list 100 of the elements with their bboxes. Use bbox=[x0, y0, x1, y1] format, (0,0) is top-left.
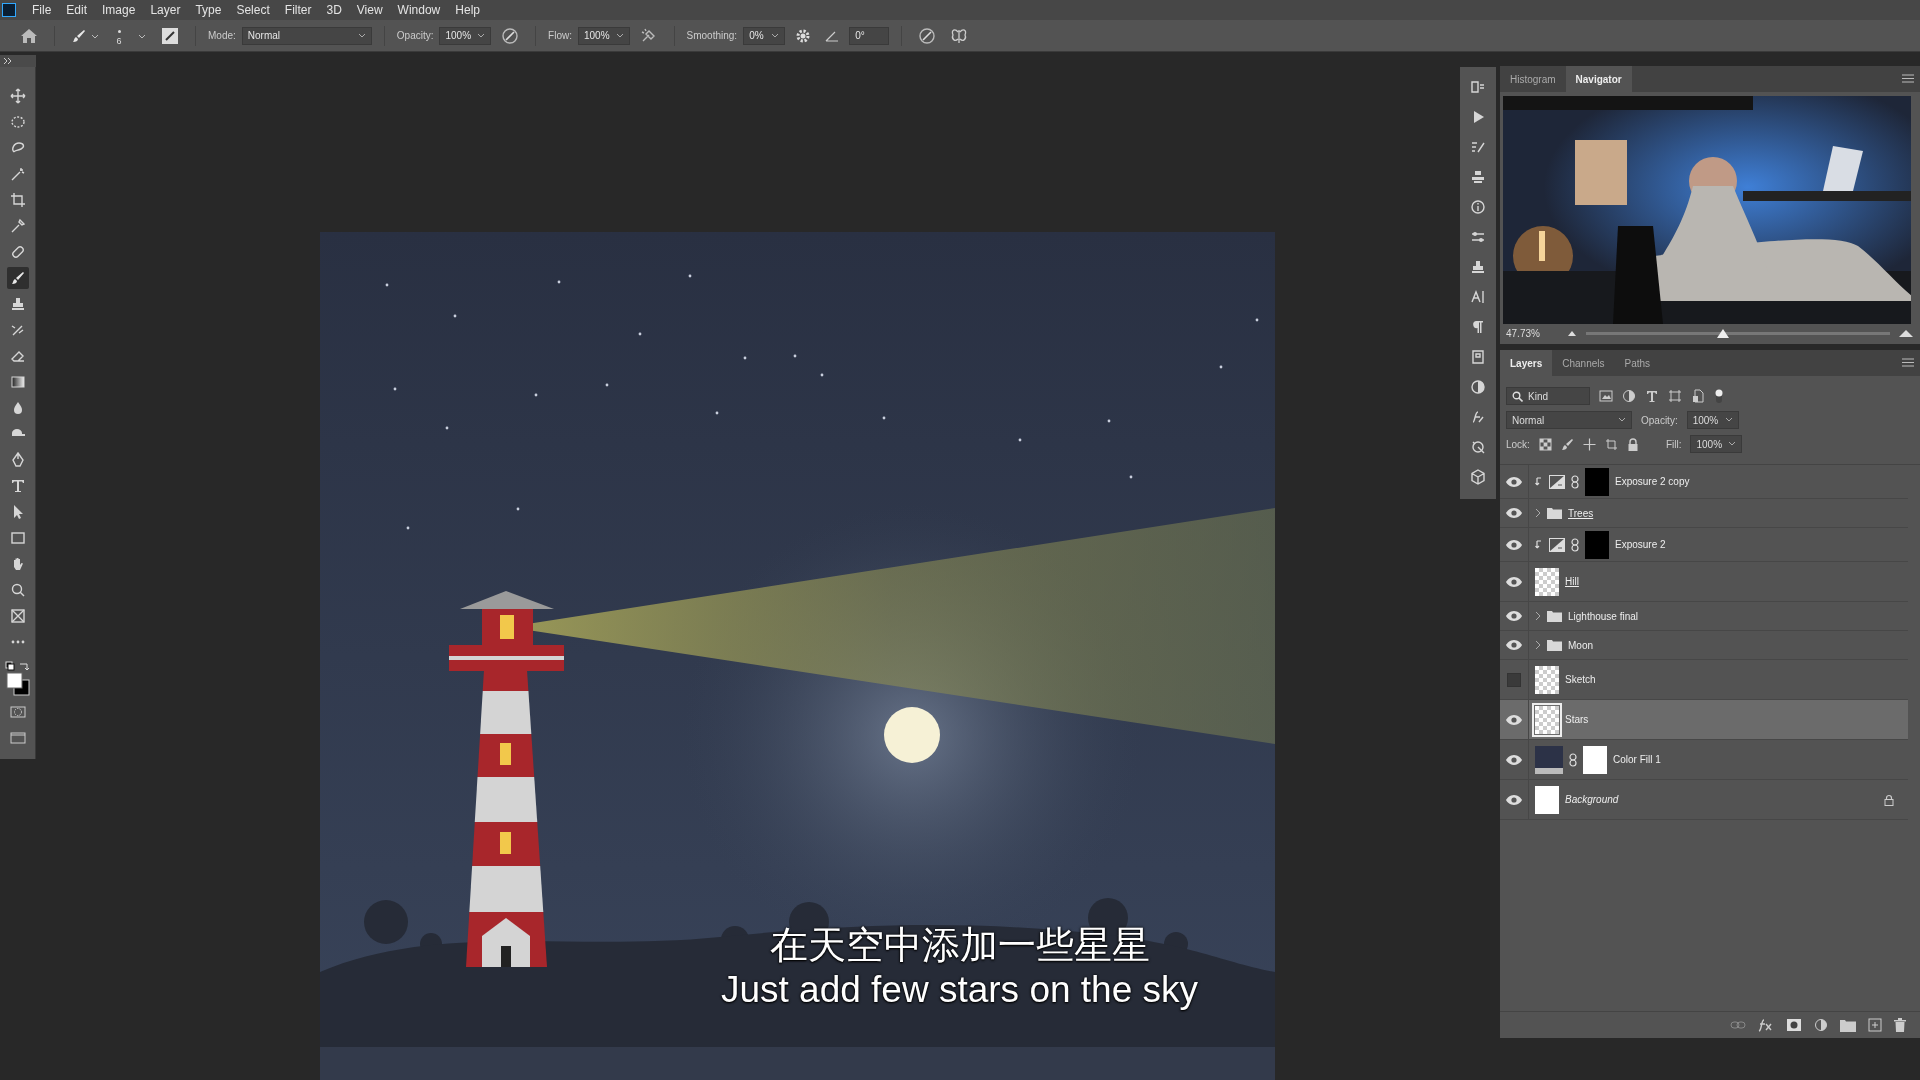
zoom-out-icon[interactable] bbox=[1566, 330, 1578, 336]
color-swatches-icon[interactable] bbox=[4, 661, 31, 697]
panel-tab[interactable]: Histogram bbox=[1500, 66, 1566, 92]
filter-dropdown[interactable]: Kind bbox=[1506, 387, 1590, 405]
panel-tab[interactable]: Paths bbox=[1614, 350, 1661, 376]
layer-row[interactable]: Lighthouse final bbox=[1500, 602, 1908, 631]
eye-icon[interactable] bbox=[1506, 508, 1522, 518]
layer-style-icon[interactable] bbox=[1758, 1018, 1774, 1032]
type-filter-icon[interactable] bbox=[1645, 389, 1659, 403]
layer-row[interactable]: Moon bbox=[1500, 631, 1908, 660]
eye-icon[interactable] bbox=[1506, 754, 1522, 765]
menu-item[interactable]: Layer bbox=[150, 3, 181, 17]
adjustment-layer-icon[interactable] bbox=[1814, 1018, 1828, 1032]
eye-icon[interactable] bbox=[1506, 640, 1522, 650]
lock-label: Lock: bbox=[1506, 438, 1530, 450]
link-icon[interactable] bbox=[1569, 752, 1577, 767]
lock-position-icon[interactable] bbox=[1582, 437, 1596, 451]
moon bbox=[884, 707, 940, 763]
settings-icon[interactable] bbox=[795, 27, 812, 44]
brush-panel-icon[interactable] bbox=[161, 26, 179, 45]
lock-transparency-icon[interactable] bbox=[1538, 437, 1552, 451]
layer-thumbnail[interactable] bbox=[1535, 705, 1559, 734]
panel-tab[interactable]: Channels bbox=[1552, 350, 1615, 376]
lock-artboard-icon[interactable] bbox=[1604, 437, 1618, 451]
opacity-field[interactable]: 100% bbox=[1686, 411, 1739, 429]
link-icon[interactable] bbox=[1571, 537, 1579, 552]
eye-icon[interactable] bbox=[1506, 539, 1522, 550]
adjustments-icon[interactable] bbox=[1468, 377, 1488, 397]
menu-item[interactable]: Window bbox=[397, 3, 441, 17]
collapse-icon[interactable] bbox=[0, 55, 36, 67]
layer-row[interactable]: Hill bbox=[1500, 562, 1908, 602]
panel-tab[interactable]: Navigator bbox=[1565, 66, 1632, 92]
layer-name: Stars bbox=[1565, 714, 1589, 725]
app-logo-icon[interactable] bbox=[2, 3, 16, 17]
eye-icon[interactable] bbox=[1506, 714, 1522, 725]
menu-item[interactable]: 3D bbox=[326, 3, 342, 17]
pressure-opacity-icon[interactable] bbox=[501, 26, 520, 45]
layer-thumbnail[interactable] bbox=[1535, 665, 1559, 694]
home-icon[interactable] bbox=[20, 27, 38, 44]
layer-thumbnail[interactable] bbox=[1535, 785, 1559, 814]
layer-mask-thumbnail[interactable] bbox=[1583, 745, 1607, 774]
filter-toggle-icon[interactable] bbox=[1714, 388, 1724, 404]
angle-field[interactable]: 0° bbox=[849, 26, 890, 45]
menu-item[interactable]: Edit bbox=[66, 3, 88, 17]
folder-icon[interactable] bbox=[1840, 1018, 1856, 1032]
layer-row[interactable]: Color Fill 1 bbox=[1500, 740, 1908, 780]
menu-item[interactable]: Type bbox=[195, 3, 222, 17]
brush-tool-icon[interactable] bbox=[6, 267, 29, 289]
cube-icon[interactable] bbox=[1468, 467, 1488, 487]
brush-icon[interactable] bbox=[71, 27, 101, 44]
brush-preset[interactable]: 6 bbox=[111, 25, 127, 46]
opacity-field[interactable]: 100% bbox=[439, 26, 492, 45]
menu-icon[interactable] bbox=[1902, 74, 1914, 83]
menu-item[interactable]: Filter bbox=[284, 3, 312, 17]
link-icon[interactable] bbox=[1571, 474, 1579, 489]
eye-icon[interactable] bbox=[1506, 794, 1522, 805]
fill-field[interactable]: 100% bbox=[1690, 435, 1743, 453]
layer-mask-thumbnail[interactable] bbox=[1585, 467, 1609, 496]
layer-thumbnail[interactable] bbox=[1535, 567, 1559, 596]
menu-item[interactable]: File bbox=[32, 3, 52, 17]
eye-icon[interactable] bbox=[1506, 476, 1522, 487]
clip-arrow-icon bbox=[1535, 539, 1543, 550]
blend-mode-dropdown[interactable]: Normal bbox=[1506, 411, 1632, 429]
flow-field[interactable]: 100% bbox=[577, 26, 630, 45]
mode-dropdown[interactable]: Normal bbox=[241, 26, 372, 45]
chevron-icon[interactable] bbox=[1535, 508, 1541, 518]
layer-row[interactable]: Exposure 2 copy bbox=[1500, 465, 1908, 499]
zoom-level[interactable]: 47.73% bbox=[1506, 327, 1558, 339]
eye-icon[interactable] bbox=[1506, 576, 1522, 587]
menu-item[interactable]: Help bbox=[455, 3, 480, 17]
eye-icon[interactable] bbox=[1506, 611, 1522, 621]
pressure-size-icon[interactable] bbox=[918, 26, 937, 45]
visibility-toggle[interactable] bbox=[1507, 672, 1521, 687]
chevron-icon[interactable] bbox=[1535, 640, 1541, 650]
layer-row[interactable]: Stars bbox=[1500, 700, 1908, 740]
color-fill-thumbnail[interactable] bbox=[1535, 745, 1563, 774]
menu-item[interactable]: View bbox=[356, 3, 383, 17]
adjustment-filter-icon[interactable] bbox=[1622, 389, 1636, 403]
zoom-slider[interactable] bbox=[1586, 331, 1890, 335]
layer-mask-thumbnail[interactable] bbox=[1585, 530, 1609, 559]
panel-tab[interactable]: Layers bbox=[1500, 350, 1553, 376]
smoothing-field[interactable]: 0% bbox=[743, 26, 786, 45]
zoom-in-icon[interactable] bbox=[1898, 329, 1914, 337]
menu-item[interactable]: Select bbox=[236, 3, 270, 17]
new-layer-icon[interactable] bbox=[1868, 1018, 1882, 1032]
menu-item[interactable]: Image bbox=[102, 3, 136, 17]
menu-icon[interactable] bbox=[1902, 358, 1914, 367]
smart-object-filter-icon[interactable] bbox=[1691, 389, 1705, 403]
lock-all-icon[interactable] bbox=[1626, 437, 1639, 451]
shape-filter-icon[interactable] bbox=[1668, 389, 1682, 403]
lock-pixels-icon[interactable] bbox=[1560, 437, 1574, 451]
image-filter-icon[interactable] bbox=[1599, 389, 1613, 403]
trash-icon[interactable] bbox=[1894, 1018, 1906, 1032]
layer-row[interactable]: Exposure 2 bbox=[1500, 528, 1908, 562]
layer-row[interactable]: Background bbox=[1500, 780, 1908, 820]
chevron-icon[interactable] bbox=[1535, 611, 1541, 621]
layer-row[interactable]: Trees bbox=[1500, 499, 1908, 528]
symmetry-icon[interactable] bbox=[950, 26, 969, 45]
info-icon[interactable] bbox=[1468, 197, 1488, 217]
add-mask-icon[interactable] bbox=[1786, 1018, 1802, 1032]
